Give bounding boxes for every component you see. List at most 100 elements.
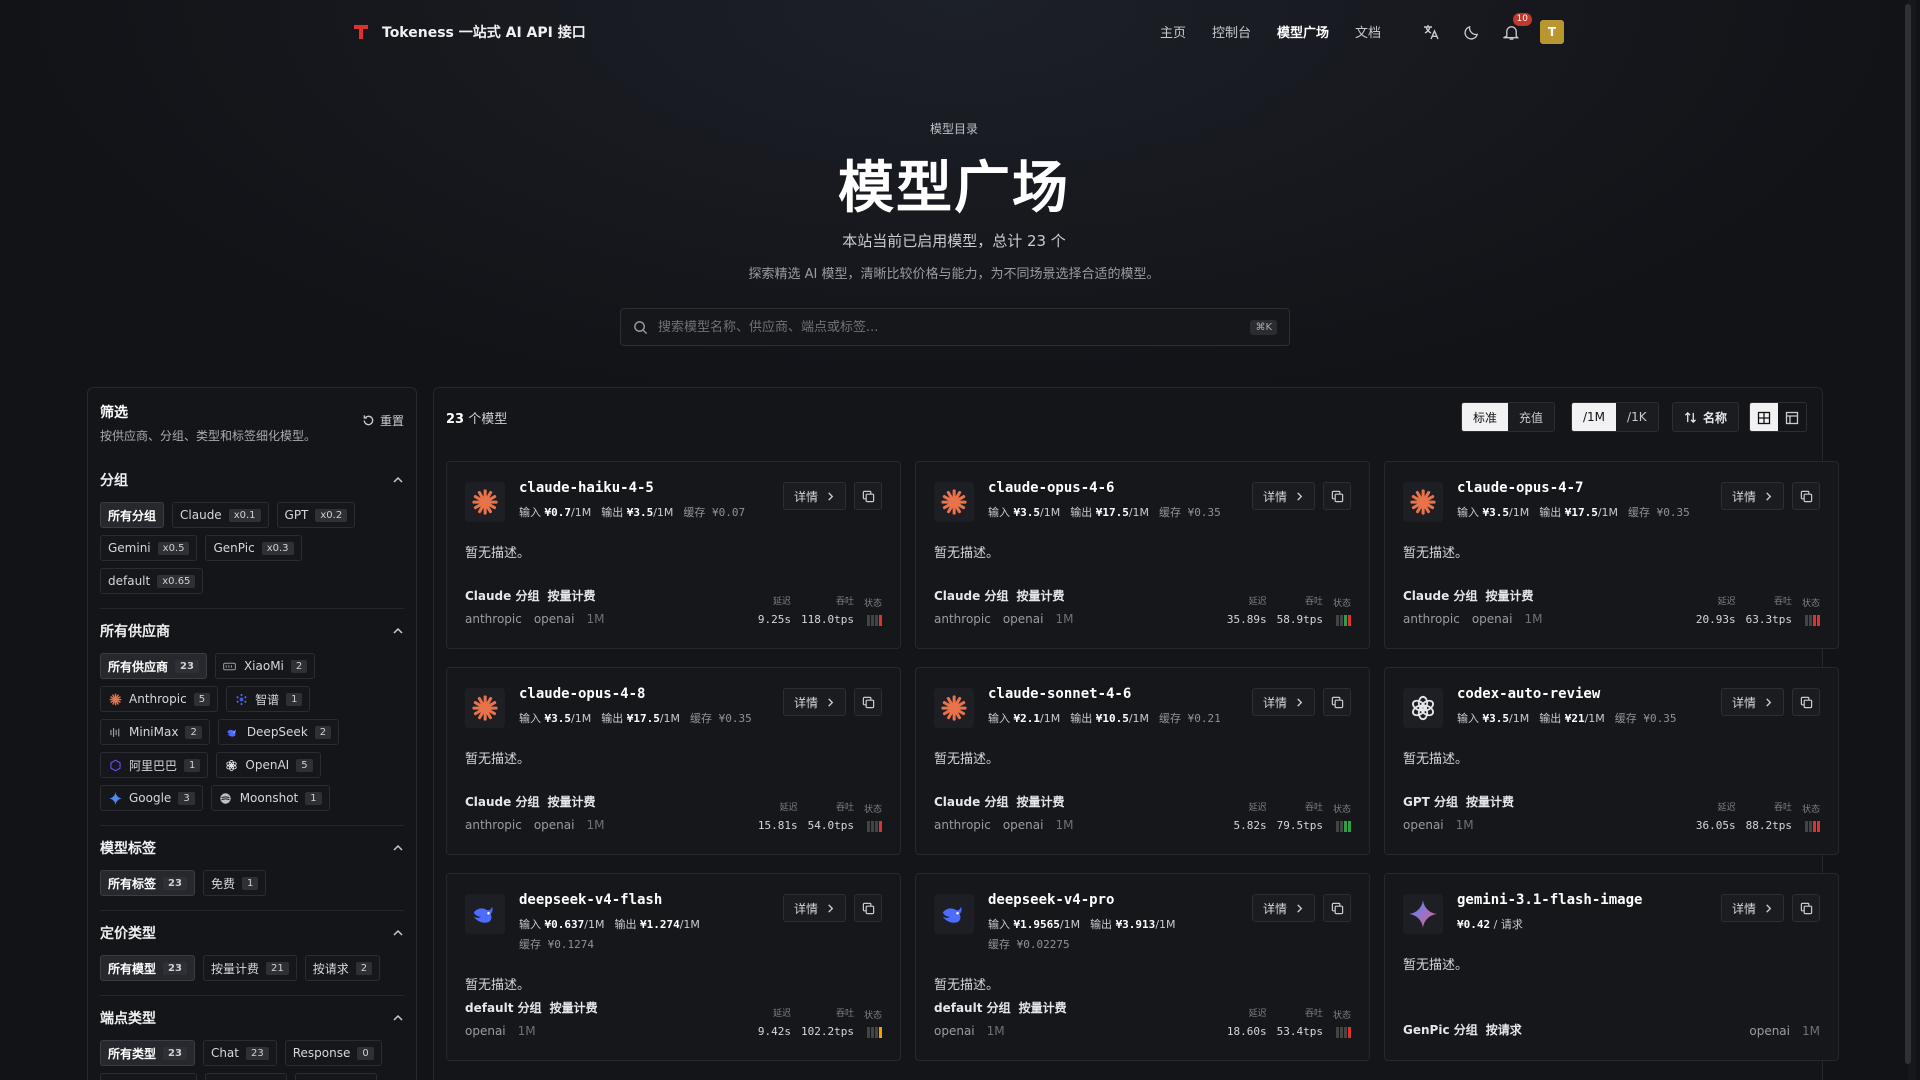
filter-chip[interactable]: Rerank0: [295, 1073, 377, 1080]
model-card[interactable]: deepseek-v4-flash 输入 ¥0.637/1M 输出 ¥1.274/1…: [446, 873, 901, 1061]
reset-button[interactable]: 重置: [362, 412, 404, 429]
filter-chip[interactable]: Anthropic5: [100, 1073, 198, 1080]
model-name[interactable]: deepseek-v4-pro: [988, 892, 1114, 908]
filter-chip-list: 所有标签 23 免费 1: [100, 870, 404, 896]
filter-chip[interactable]: Claude x0.1: [172, 502, 269, 528]
model-card[interactable]: codex-auto-review 输入 ¥3.5/1M 输出 ¥21/1M 缓存 ¥…: [1384, 667, 1839, 855]
model-card[interactable]: claude-sonnet-4-6 输入 ¥2.1/1M 输出 ¥10.5/1M 缓存…: [915, 667, 1370, 855]
grid-view-icon[interactable]: [1750, 403, 1778, 431]
detail-button[interactable]: 详情: [1251, 482, 1315, 510]
chevron-up-icon[interactable]: [392, 927, 404, 939]
chevron-up-icon[interactable]: [392, 1012, 404, 1024]
status-segment: [1813, 821, 1816, 832]
sort-button[interactable]: 名称: [1672, 402, 1740, 432]
model-name[interactable]: gemini-3.1-flash-image: [1457, 892, 1642, 908]
filter-section-header[interactable]: 端点类型: [100, 1008, 404, 1028]
chevron-up-icon[interactable]: [392, 625, 404, 637]
filter-chip[interactable]: 所有供应商 23: [100, 653, 207, 679]
filter-chip[interactable]: 所有模型 23: [100, 955, 195, 981]
filter-chip[interactable]: GenPic x0.3: [205, 535, 302, 561]
detail-button[interactable]: 详情: [1251, 688, 1315, 716]
filter-chip[interactable]: 智谱 1: [226, 686, 311, 712]
copy-button[interactable]: [1792, 482, 1820, 510]
price-mode-recharge[interactable]: 充值: [1508, 403, 1555, 431]
filter-sidebar: 筛选 按供应商、分组、类型和标签细化模型。 重置 分组 所有分组 Claude x0.…: [87, 387, 417, 1080]
model-card[interactable]: gemini-3.1-flash-image ¥0.42 / 请求 详情 暂无描述。 G…: [1384, 873, 1839, 1061]
filter-section-header[interactable]: 定价类型: [100, 923, 404, 943]
chevron-up-icon[interactable]: [392, 474, 404, 486]
filter-chip[interactable]: 免费 1: [202, 870, 267, 896]
filter-section-header[interactable]: 分组: [100, 470, 404, 490]
model-name[interactable]: claude-sonnet-4-6: [988, 686, 1131, 702]
filter-chip[interactable]: OpenAI 5: [216, 752, 321, 778]
filter-chip[interactable]: 按量计费 21: [202, 955, 297, 981]
model-card[interactable]: claude-haiku-4-5 输入 ¥0.7/1M 输出 ¥3.5/1M 缓存 ¥…: [446, 461, 901, 649]
filter-chip-label: 按请求: [312, 961, 349, 976]
copy-button[interactable]: [1323, 688, 1351, 716]
detail-label: 详情: [1731, 695, 1756, 710]
filter-section-header[interactable]: 模型标签: [100, 838, 404, 858]
nav-link-model-square[interactable]: 模型广场: [1277, 22, 1329, 41]
filter-chip[interactable]: XiaoMi 2: [214, 653, 316, 679]
copy-button[interactable]: [1792, 894, 1820, 922]
avatar[interactable]: T: [1540, 20, 1564, 44]
dark-mode-icon[interactable]: [1460, 21, 1482, 43]
nav-link-console[interactable]: 控制台: [1212, 22, 1251, 41]
model-card[interactable]: deepseek-v4-pro 输入 ¥1.9565/1M 输出 ¥3.913/1M…: [915, 873, 1370, 1061]
copy-button[interactable]: [854, 894, 882, 922]
scrollbar-thumb[interactable]: [1905, 4, 1911, 1064]
price-mode-standard[interactable]: 标准: [1462, 403, 1509, 431]
model-name[interactable]: claude-haiku-4-5: [519, 480, 654, 496]
translate-icon[interactable]: [1420, 21, 1442, 43]
bell-icon[interactable]: 10: [1500, 13, 1532, 43]
model-name[interactable]: deepseek-v4-flash: [519, 892, 662, 908]
filter-chip[interactable]: 所有分组: [100, 502, 165, 528]
model-card[interactable]: claude-opus-4-6 输入 ¥3.5/1M 输出 ¥17.5/1M 缓存 ¥…: [915, 461, 1370, 649]
copy-button[interactable]: [854, 482, 882, 510]
nav-link-docs[interactable]: 文档: [1355, 22, 1381, 41]
filter-chip[interactable]: 所有标签 23: [100, 870, 195, 896]
copy-button[interactable]: [1323, 894, 1351, 922]
filter-chip[interactable]: DeepSeek 2: [217, 719, 340, 745]
filter-chip[interactable]: 阿里巴巴 1: [100, 752, 209, 778]
model-name[interactable]: codex-auto-review: [1457, 686, 1600, 702]
detail-button[interactable]: 详情: [1720, 894, 1784, 922]
model-name[interactable]: claude-opus-4-8: [519, 686, 645, 702]
detail-button[interactable]: 详情: [782, 688, 846, 716]
filter-chip[interactable]: Anthropic5: [100, 686, 219, 712]
detail-button[interactable]: 详情: [1720, 482, 1784, 510]
copy-button[interactable]: [1792, 688, 1820, 716]
chevron-up-icon[interactable]: [392, 842, 404, 854]
filter-chip[interactable]: Google 3: [100, 785, 203, 811]
filter-chip[interactable]: Moonshot 1: [210, 785, 330, 811]
brand-logo[interactable]: Tokeness 一站式 AI API 接口: [352, 22, 586, 42]
filter-chip[interactable]: default x0.65: [100, 568, 204, 594]
model-name[interactable]: claude-opus-4-7: [1457, 480, 1583, 496]
detail-button[interactable]: 详情: [782, 482, 846, 510]
detail-button[interactable]: 详情: [1720, 688, 1784, 716]
filter-chip[interactable]: Gemini x0.5: [100, 535, 198, 561]
filter-chip[interactable]: MiniMax 2: [100, 719, 210, 745]
model-card[interactable]: claude-opus-4-8 输入 ¥3.5/1M 输出 ¥17.5/1M 缓存 ¥…: [446, 667, 901, 855]
scrollbar[interactable]: [1905, 0, 1916, 1080]
search-input[interactable]: [658, 319, 1241, 335]
filter-section-header[interactable]: 所有供应商: [100, 621, 404, 641]
detail-button[interactable]: 详情: [782, 894, 846, 922]
filter-chip[interactable]: 按请求 2: [304, 955, 381, 981]
copy-button[interactable]: [854, 688, 882, 716]
model-name[interactable]: claude-opus-4-6: [988, 480, 1114, 496]
detail-button[interactable]: 详情: [1251, 894, 1315, 922]
latency-label: 延迟: [772, 1009, 791, 1019]
model-card[interactable]: claude-opus-4-7 输入 ¥3.5/1M 输出 ¥17.5/1M 缓存 ¥…: [1384, 461, 1839, 649]
unit-per-1m[interactable]: /1M: [1572, 403, 1617, 431]
filter-chip[interactable]: GPT x0.2: [276, 502, 356, 528]
filter-chip[interactable]: Response 0: [284, 1040, 382, 1066]
unit-per-1k[interactable]: /1K: [1616, 403, 1658, 431]
filter-chip[interactable]: 所有类型 23: [100, 1040, 195, 1066]
output-price: ¥1.274: [639, 918, 680, 931]
copy-button[interactable]: [1323, 482, 1351, 510]
nav-link-home[interactable]: 主页: [1160, 22, 1186, 41]
filter-chip[interactable]: Gemini2: [205, 1073, 288, 1080]
table-view-icon[interactable]: [1778, 403, 1806, 431]
filter-chip[interactable]: Chat 23: [202, 1040, 277, 1066]
